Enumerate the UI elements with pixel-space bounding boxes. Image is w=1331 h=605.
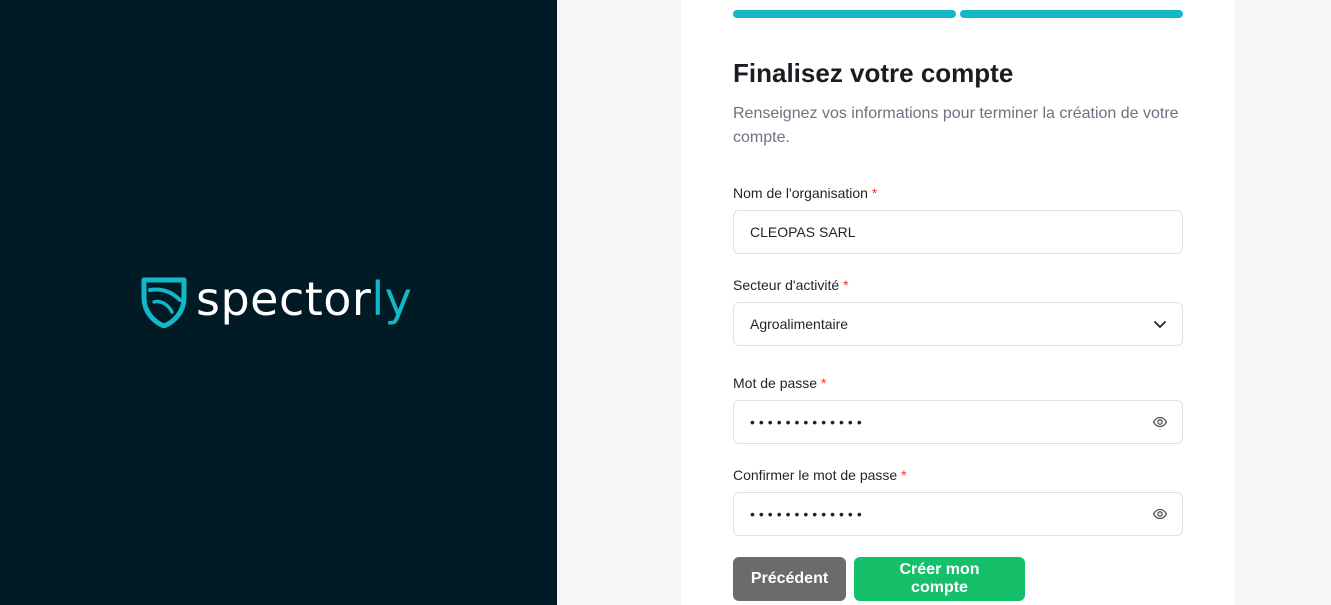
password-label: Mot de passe * [733,375,827,391]
eye-icon[interactable] [1152,414,1168,430]
page-title: Finalisez votre compte [733,58,1014,88]
form-panel: Finalisez votre compte Renseignez vos in… [557,0,1331,605]
required-mark: * [820,375,827,391]
brand-wordmark: spectorly [196,272,413,326]
required-mark: * [901,467,907,483]
required-mark: * [843,277,849,293]
confirm-password-field[interactable]: ••••••••••••• [733,492,1183,536]
brand-panel: spectorly [0,0,557,605]
signup-screen: spectorly Finalisez votre compte Renseig… [0,0,1331,605]
progress-step-2 [960,10,1183,18]
sector-label: Secteur d'activité * [733,277,849,293]
confirm-password-masked-value: ••••••••••••• [750,506,866,522]
chevron-down-icon [1154,321,1166,328]
organisation-label: Nom de l'organisation * [733,185,878,201]
required-mark: * [871,185,878,201]
eye-icon[interactable] [1152,506,1168,522]
password-masked-value: ••••••••••••• [750,414,866,430]
confirm-password-label: Confirmer le mot de passe * [733,467,907,483]
previous-button[interactable]: Précédent [733,557,846,601]
brand-logo: spectorly [140,272,413,328]
form-card: Finalisez votre compte Renseignez vos in… [681,0,1235,605]
sector-selected-value: Agroalimentaire [750,316,849,332]
organisation-input[interactable] [734,211,1130,253]
progress-step-1 [733,10,956,18]
step-progress [733,10,1183,18]
shield-logo-icon [141,277,187,328]
organisation-field[interactable] [733,210,1183,254]
sector-select[interactable]: Agroalimentaire [733,302,1183,346]
create-account-button[interactable]: Créer mon compte [854,557,1025,601]
page-subtitle: Renseignez vos informations pour termine… [733,105,1179,146]
password-field[interactable]: ••••••••••••• [733,400,1183,444]
